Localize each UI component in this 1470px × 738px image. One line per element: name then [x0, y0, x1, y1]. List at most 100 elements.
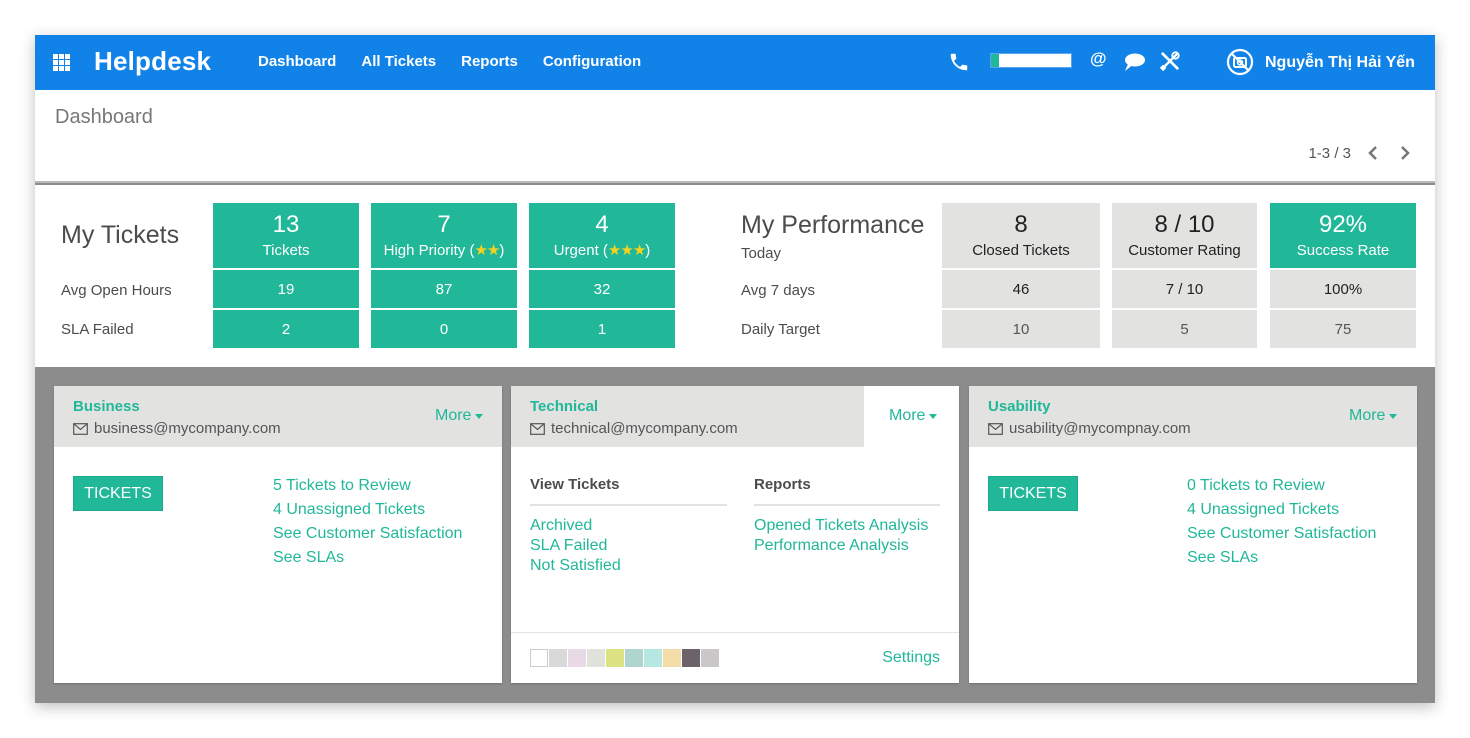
- pager-previous-button[interactable]: [1363, 143, 1383, 163]
- app-window: Helpdesk Dashboard All Tickets Reports C…: [35, 35, 1435, 703]
- tools-icon[interactable]: [1159, 50, 1181, 72]
- settings-link[interactable]: Settings: [882, 649, 940, 667]
- my-tickets-high-priority[interactable]: 7 High Priority (★★): [371, 203, 517, 268]
- more-dropdown-button[interactable]: More: [889, 407, 938, 425]
- performance-analysis-link[interactable]: Performance Analysis: [754, 537, 928, 555]
- perf-success-avg-7-days: 100%: [1270, 270, 1416, 308]
- more-dropdown-button[interactable]: More: [1349, 407, 1398, 425]
- more-dropdown-button[interactable]: More: [435, 407, 484, 425]
- control-panel: Dashboard 1-3 / 3: [35, 90, 1435, 183]
- user-name[interactable]: Nguyễn Thị Hải Yến: [1265, 54, 1415, 72]
- color-swatch[interactable]: [568, 649, 586, 667]
- team-name[interactable]: Technical: [530, 398, 598, 415]
- card-header: Business business@mycompany.com More: [54, 386, 502, 447]
- team-name[interactable]: Usability: [988, 398, 1051, 415]
- customer-satisfaction-link[interactable]: See Customer Satisfaction: [1187, 525, 1376, 543]
- archived-link[interactable]: Archived: [530, 517, 621, 535]
- color-swatch[interactable]: [644, 649, 662, 667]
- app-brand[interactable]: Helpdesk: [94, 46, 211, 77]
- label: Success Rate: [1296, 241, 1390, 259]
- chevron-right-icon: [1401, 146, 1410, 160]
- team-links: 0 Tickets to Review 4 Unassigned Tickets…: [1187, 477, 1376, 567]
- not-satisfied-link[interactable]: Not Satisfied: [530, 557, 621, 575]
- label-end: ): [499, 241, 505, 259]
- team-email: technical@mycompany.com: [530, 420, 738, 437]
- value: 10: [1012, 320, 1030, 338]
- view-tickets-links: Archived SLA Failed Not Satisfied: [530, 517, 621, 575]
- tickets-button[interactable]: TICKETS: [988, 476, 1078, 511]
- main-menu: Dashboard All Tickets Reports Configurat…: [258, 53, 666, 70]
- at-icon[interactable]: @: [1090, 49, 1107, 69]
- value: 7 / 10: [1165, 280, 1204, 298]
- color-swatch[interactable]: [606, 649, 624, 667]
- high-priority-avg-open-hours[interactable]: 87: [371, 270, 517, 308]
- high-priority-count: 7: [437, 210, 451, 238]
- urgent-avg-open-hours[interactable]: 32: [529, 270, 675, 308]
- apps-grid-icon[interactable]: [53, 54, 70, 71]
- label: Customer Rating: [1128, 241, 1241, 259]
- today-value: 8: [1014, 210, 1028, 238]
- color-swatch[interactable]: [587, 649, 605, 667]
- perf-customer-rating: 8 / 10 Customer Rating: [1112, 203, 1257, 268]
- tickets-sla-failed[interactable]: 2: [213, 310, 359, 348]
- menu-configuration[interactable]: Configuration: [543, 53, 641, 70]
- urgent-sla-failed[interactable]: 1: [529, 310, 675, 348]
- more-label: More: [1349, 407, 1386, 424]
- color-swatch[interactable]: [701, 649, 719, 667]
- label-end: ): [645, 241, 651, 259]
- see-slas-link[interactable]: See SLAs: [273, 549, 462, 567]
- perf-closed-daily-target: 10: [942, 310, 1100, 348]
- card-header: Usability usability@mycompnay.com More: [969, 386, 1417, 447]
- unassigned-tickets-link[interactable]: 4 Unassigned Tickets: [273, 501, 462, 519]
- my-tickets-all[interactable]: 13 Tickets: [213, 203, 359, 268]
- high-priority-sla-failed[interactable]: 0: [371, 310, 517, 348]
- my-tickets-urgent[interactable]: 4 Urgent (★★★): [529, 203, 675, 268]
- team-name[interactable]: Business: [73, 398, 140, 415]
- opened-tickets-analysis-link[interactable]: Opened Tickets Analysis: [754, 517, 928, 535]
- customer-satisfaction-link[interactable]: See Customer Satisfaction: [273, 525, 462, 543]
- perf-rating-avg-7-days: 7 / 10: [1112, 270, 1257, 308]
- my-performance-title: My Performance: [741, 211, 925, 239]
- color-swatch[interactable]: [682, 649, 700, 667]
- tickets-to-review-link[interactable]: 5 Tickets to Review: [273, 477, 462, 495]
- tickets-to-review-link[interactable]: 0 Tickets to Review: [1187, 477, 1376, 495]
- progress-fill: [991, 54, 999, 67]
- row-label-today: Today: [741, 245, 782, 262]
- today-value: 8 / 10: [1154, 210, 1215, 238]
- top-navbar: Helpdesk Dashboard All Tickets Reports C…: [35, 35, 1435, 90]
- color-swatch[interactable]: [625, 649, 643, 667]
- perf-closed-avg-7-days: 46: [942, 270, 1100, 308]
- team-email: business@mycompany.com: [73, 420, 281, 437]
- envelope-icon: [73, 422, 88, 435]
- chat-icon[interactable]: [1122, 51, 1146, 73]
- perf-success-rate: 92% Success Rate: [1270, 203, 1416, 268]
- pager-value[interactable]: 1-3 / 3: [1308, 145, 1351, 162]
- menu-reports[interactable]: Reports: [461, 53, 518, 70]
- phone-icon[interactable]: [948, 51, 970, 73]
- value: 46: [1012, 280, 1030, 298]
- value: 100%: [1323, 280, 1363, 298]
- my-tickets-title: My Tickets: [61, 221, 180, 249]
- menu-dashboard[interactable]: Dashboard: [258, 53, 336, 70]
- caret-down-icon: [475, 413, 484, 419]
- tickets-avg-open-hours[interactable]: 19: [213, 270, 359, 308]
- tickets-count: 13: [272, 210, 300, 238]
- unassigned-tickets-link[interactable]: 4 Unassigned Tickets: [1187, 501, 1376, 519]
- menu-all-tickets[interactable]: All Tickets: [361, 53, 436, 70]
- color-swatch[interactable]: [549, 649, 567, 667]
- avatar-icon[interactable]: [1226, 48, 1254, 76]
- see-slas-link[interactable]: See SLAs: [1187, 549, 1376, 567]
- tickets-button[interactable]: TICKETS: [73, 476, 163, 511]
- row-label-avg-open-hours: Avg Open Hours: [61, 282, 172, 299]
- color-swatch[interactable]: [530, 649, 548, 667]
- sla-failed-link[interactable]: SLA Failed: [530, 537, 621, 555]
- header-progress-bar: [990, 53, 1072, 68]
- pager-next-button[interactable]: [1395, 143, 1415, 163]
- reports-links: Opened Tickets Analysis Performance Anal…: [754, 517, 928, 555]
- perf-closed-tickets: 8 Closed Tickets: [942, 203, 1100, 268]
- label: Closed Tickets: [972, 241, 1070, 259]
- color-swatch[interactable]: [663, 649, 681, 667]
- more-label: More: [889, 407, 926, 424]
- team-card-business: Business business@mycompany.com More TIC…: [54, 386, 502, 683]
- value: 19: [277, 280, 295, 298]
